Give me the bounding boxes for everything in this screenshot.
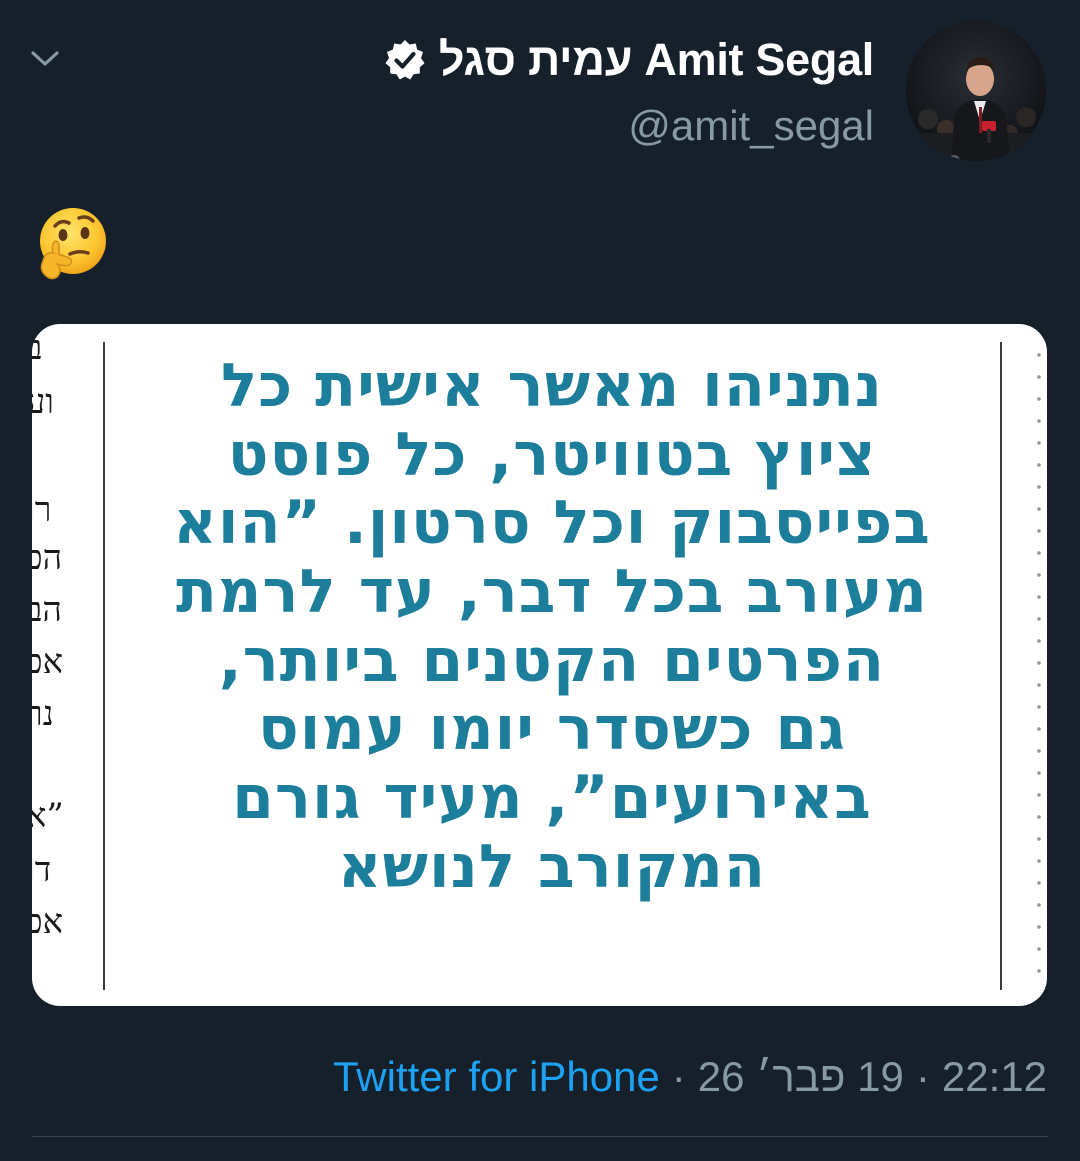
edge-fragment: אכ bbox=[32, 902, 64, 942]
author-handle[interactable]: @amit_segal bbox=[628, 102, 874, 150]
quote-line: גם כשסדר יומו עמוס bbox=[258, 694, 846, 765]
tweet-date[interactable]: 19 פבר׳ 26 bbox=[698, 1053, 904, 1101]
tweet-image[interactable]: ב וע רו הכ הב אכ נר ”א דו אכ נתניהו מאשר… bbox=[32, 324, 1047, 1006]
column-dots bbox=[1036, 344, 1042, 984]
edge-fragment: וע bbox=[32, 382, 54, 422]
source-link[interactable]: Twitter for iPhone bbox=[333, 1053, 660, 1101]
quote-line: נתניהו מאשר אישית כל bbox=[220, 351, 883, 421]
verified-badge-icon bbox=[383, 38, 427, 82]
quote-line: המקורב לנושא bbox=[337, 831, 767, 902]
author-display-name[interactable]: עמית סגל Amit Segal bbox=[439, 34, 874, 86]
quote-line: מעורב בכל דבר, עד לרמת bbox=[176, 557, 928, 628]
quote-line: הפרטים הקטנים ביותר, bbox=[218, 625, 886, 696]
edge-fragment: הכ bbox=[32, 538, 63, 578]
quote-line: בפייסבוק וכל סרטון. ”הוא bbox=[173, 488, 931, 559]
edge-fragment: נר bbox=[32, 694, 54, 734]
meta-separator: · bbox=[671, 1053, 686, 1100]
avatar[interactable] bbox=[906, 21, 1046, 161]
chevron-down-icon[interactable] bbox=[28, 44, 62, 74]
edge-fragment: ב bbox=[32, 328, 43, 368]
author-name-row[interactable]: עמית סגל Amit Segal bbox=[383, 30, 874, 90]
column-rule bbox=[1000, 342, 1002, 990]
tweet-time[interactable]: 22:12 bbox=[942, 1053, 1047, 1101]
tweet-meta: Twitter for iPhone · 19 פבר׳ 26 · 22:12 bbox=[333, 1048, 1047, 1106]
meta-separator: · bbox=[915, 1053, 930, 1100]
edge-fragment: דו bbox=[32, 850, 52, 890]
quote-line: באירועים”, מעיד גורם bbox=[232, 763, 872, 834]
edge-fragment: ”א bbox=[32, 796, 64, 836]
quote-line: ציוץ בטוויטר, כל פוסט bbox=[227, 419, 877, 490]
thinking-face-emoji-icon bbox=[33, 205, 111, 283]
edge-fragment: הב bbox=[32, 590, 62, 630]
edge-fragment: אכ bbox=[32, 642, 64, 682]
divider bbox=[32, 1136, 1048, 1137]
pull-quote: נתניהו מאשר אישית כל ציוץ בטוויטר, כל פו… bbox=[162, 352, 942, 902]
edge-fragment: רו bbox=[32, 490, 52, 530]
column-rule bbox=[103, 342, 105, 990]
